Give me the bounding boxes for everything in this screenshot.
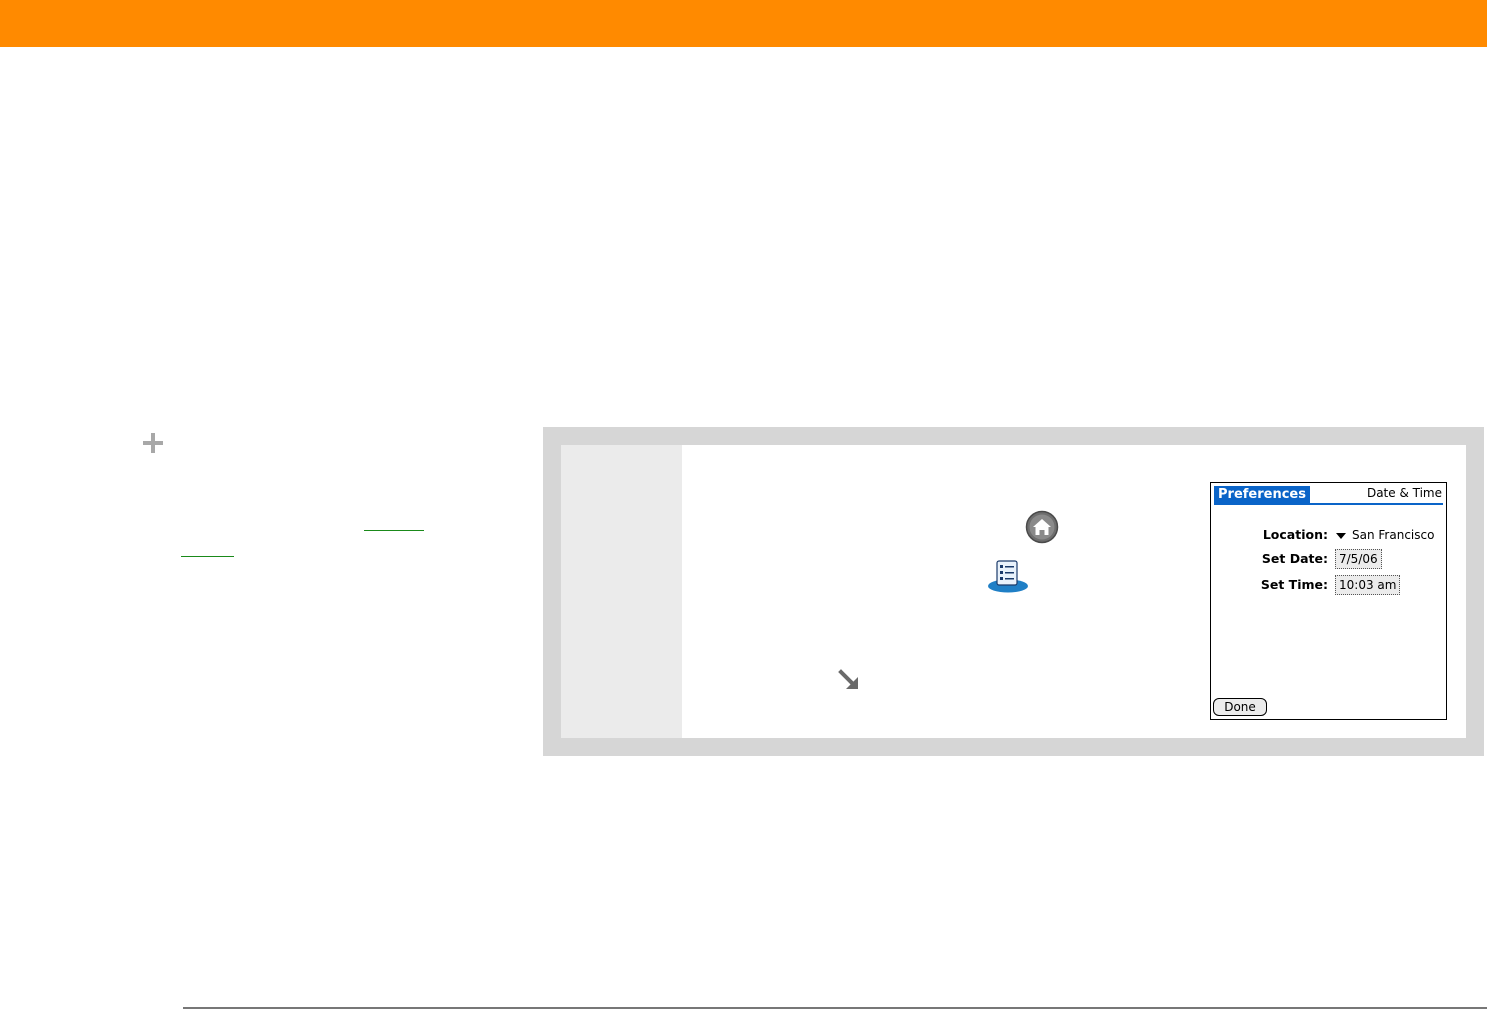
footer-rule bbox=[183, 1007, 1487, 1009]
set-date-field[interactable]: 7/5/06 bbox=[1335, 549, 1382, 569]
tip-link-underline-2[interactable] bbox=[181, 556, 234, 557]
set-time-label: Set Time: bbox=[1260, 577, 1328, 592]
palm-row-set-time: Set Time: 10:03 am bbox=[1211, 575, 1446, 595]
palm-title-rule bbox=[1214, 503, 1443, 505]
set-time-field[interactable]: 10:03 am bbox=[1335, 575, 1401, 595]
set-date-label: Set Date: bbox=[1261, 551, 1328, 566]
palm-title: Date & Time bbox=[1366, 486, 1442, 500]
triangle-down-icon bbox=[1336, 532, 1346, 539]
palm-preferences-screen: Preferences Date & Time Location: San Fr… bbox=[1210, 482, 1447, 720]
header-bar bbox=[0, 0, 1487, 47]
palm-tab-preferences[interactable]: Preferences bbox=[1214, 486, 1310, 503]
location-value: San Francisco bbox=[1352, 528, 1435, 542]
palm-row-set-date: Set Date: 7/5/06 bbox=[1211, 549, 1446, 569]
step-content: Preferences Date & Time Location: San Fr… bbox=[682, 445, 1466, 738]
location-label: Location: bbox=[1262, 527, 1328, 542]
done-button[interactable]: Done bbox=[1213, 698, 1267, 716]
step-panel: Preferences Date & Time Location: San Fr… bbox=[543, 427, 1484, 756]
plus-icon bbox=[143, 433, 163, 453]
location-picker[interactable]: San Francisco bbox=[1336, 527, 1434, 543]
done-arrow-icon bbox=[838, 669, 858, 689]
palm-row-location: Location: San Francisco bbox=[1211, 525, 1446, 545]
home-icon bbox=[1025, 510, 1059, 544]
tip-link-underline-1[interactable] bbox=[364, 530, 424, 531]
step-number-column bbox=[561, 445, 682, 738]
preferences-icon bbox=[988, 560, 1028, 593]
